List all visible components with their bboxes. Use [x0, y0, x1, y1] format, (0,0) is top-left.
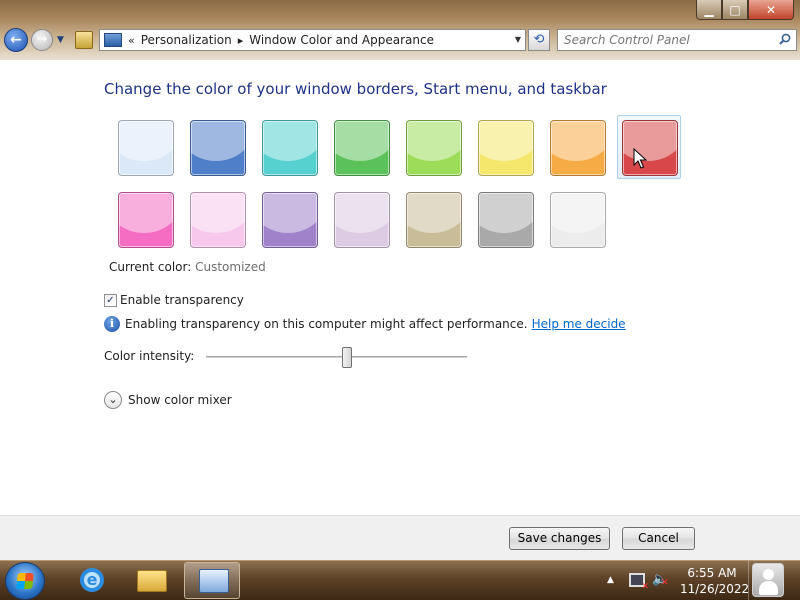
- save-changes-button[interactable]: Save changes: [509, 527, 610, 550]
- help-me-decide-link[interactable]: Help me decide: [532, 317, 626, 331]
- refresh-button[interactable]: ⟲: [528, 29, 550, 51]
- show-color-mixer-label[interactable]: Show color mixer: [128, 393, 232, 407]
- volume-muted-icon: ✕: [661, 578, 669, 588]
- content-area: Change the color of your window borders,…: [0, 60, 800, 515]
- network-icon[interactable]: [629, 573, 649, 592]
- transparency-row[interactable]: ✓ Enable transparency: [104, 293, 244, 307]
- user-icon[interactable]: [752, 563, 784, 597]
- color-swatch-pumpkin[interactable]: [545, 115, 609, 179]
- current-color-label: Current color:: [109, 260, 192, 274]
- dialog-footer: Save changes Cancel: [0, 515, 800, 560]
- navigation-bar: ← → ▼ « Personalization ▸ Window Color a…: [0, 26, 800, 56]
- color-swatch-fill: [118, 192, 174, 248]
- minimize-button[interactable]: ▁: [696, 0, 722, 20]
- taskbar-control-panel[interactable]: [184, 562, 240, 599]
- color-swatch-sky[interactable]: [113, 115, 177, 179]
- color-swatch-violet[interactable]: [257, 187, 321, 251]
- search-input[interactable]: [558, 30, 768, 50]
- recent-pages-button[interactable]: ▼: [57, 35, 64, 45]
- address-bar[interactable]: « Personalization ▸ Window Color and App…: [99, 29, 526, 51]
- color-swatch-chocolate[interactable]: [473, 187, 537, 251]
- color-swatch-fill: [406, 192, 462, 248]
- color-swatch-taupe[interactable]: [401, 187, 465, 251]
- color-swatch-blush[interactable]: [185, 187, 249, 251]
- maximize-button[interactable]: □: [722, 0, 748, 20]
- color-intensity-label: Color intensity:: [104, 349, 195, 363]
- color-swatch-fill: [406, 120, 462, 176]
- title-bar: ▁ □ ✕ ← → ▼ « Personalization ▸ Window C…: [0, 0, 800, 60]
- color-swatch-fuchsia[interactable]: [113, 187, 177, 251]
- current-color-value: Customized: [195, 260, 266, 274]
- mouse-cursor: [633, 148, 647, 169]
- taskbar-internet-explorer[interactable]: e: [62, 562, 118, 599]
- color-swatch-sea[interactable]: [257, 115, 321, 179]
- recent-locations-icon[interactable]: [75, 31, 93, 49]
- start-button[interactable]: [5, 562, 45, 600]
- color-swatch-fill: [190, 192, 246, 248]
- taskbar-windows-explorer[interactable]: [122, 562, 178, 599]
- enable-transparency-label[interactable]: Enable transparency: [120, 293, 244, 307]
- breadcrumb-separator[interactable]: ▸: [238, 34, 244, 47]
- color-swatch-fill: [550, 120, 606, 176]
- breadcrumb-window-color[interactable]: Window Color and Appearance: [249, 33, 434, 47]
- window-controls: ▁ □ ✕: [696, 0, 794, 20]
- clock-time: 6:55 AM: [687, 566, 737, 580]
- clock-date: 11/26/2022: [680, 582, 750, 596]
- color-swatch-fill: [190, 120, 246, 176]
- address-dropdown-icon[interactable]: ▼: [515, 35, 521, 44]
- color-swatch-fill: [478, 120, 534, 176]
- internet-explorer-icon: e: [80, 568, 104, 592]
- current-color: Current color: Customized: [109, 260, 266, 274]
- color-swatch-fill: [118, 120, 174, 176]
- search-icon[interactable]: [779, 33, 791, 45]
- show-desktop-divider: [748, 561, 749, 600]
- color-swatch-fill: [622, 120, 678, 176]
- color-swatch-frost[interactable]: [545, 187, 609, 251]
- transparency-info: i Enabling transparency on this computer…: [104, 316, 626, 332]
- control-panel-icon: [104, 33, 122, 47]
- clock[interactable]: 6:55 AM 11/26/2022: [680, 565, 750, 597]
- info-icon: i: [104, 316, 120, 332]
- color-swatch-twilight[interactable]: [185, 115, 249, 179]
- info-text: Enabling transparency on this computer m…: [125, 317, 528, 331]
- color-swatch-fill: [262, 192, 318, 248]
- color-swatch-fill: [334, 120, 390, 176]
- forward-button[interactable]: →: [31, 29, 53, 51]
- search-box[interactable]: [557, 29, 797, 51]
- color-swatch-ruby[interactable]: [617, 115, 681, 179]
- color-intensity-thumb[interactable]: [341, 347, 352, 368]
- color-swatch-lavender[interactable]: [329, 187, 393, 251]
- show-color-mixer[interactable]: ⌄ Show color mixer: [104, 391, 232, 409]
- window: ▁ □ ✕ ← → ▼ « Personalization ▸ Window C…: [0, 0, 800, 560]
- color-swatch-lemon[interactable]: [473, 115, 537, 179]
- control-panel-icon: [199, 569, 229, 593]
- enable-transparency-checkbox[interactable]: ✓: [104, 293, 117, 307]
- back-button[interactable]: ←: [4, 28, 28, 52]
- taskbar: e ▲ 🔈 ✕ 6:55 AM 11/26/2022: [0, 560, 800, 600]
- color-swatch-fill: [478, 192, 534, 248]
- color-swatch-fill: [262, 120, 318, 176]
- expand-chevron-icon[interactable]: ⌄: [104, 391, 122, 409]
- color-intensity-slider[interactable]: [206, 356, 467, 358]
- color-swatch-fill: [334, 192, 390, 248]
- show-hidden-icons-button[interactable]: ▲: [607, 575, 614, 585]
- folder-icon: [137, 570, 167, 592]
- breadcrumb-personalization[interactable]: Personalization: [141, 33, 232, 47]
- page-title: Change the color of your window borders,…: [104, 80, 607, 98]
- cancel-button[interactable]: Cancel: [622, 527, 695, 550]
- color-swatch-lime[interactable]: [401, 115, 465, 179]
- close-button[interactable]: ✕: [748, 0, 794, 20]
- color-swatch-fill: [550, 192, 606, 248]
- address-overflow[interactable]: «: [128, 34, 135, 47]
- color-swatch-leaf[interactable]: [329, 115, 393, 179]
